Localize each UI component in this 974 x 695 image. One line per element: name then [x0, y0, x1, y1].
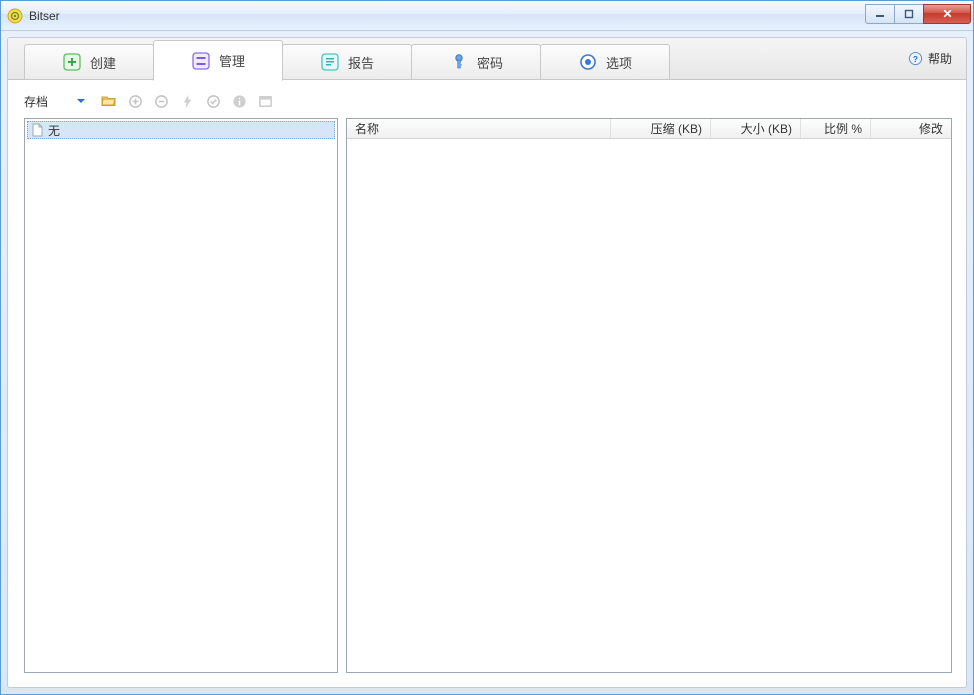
key-icon: [449, 52, 469, 72]
toolbar: 存档: [8, 80, 966, 118]
tree-item[interactable]: 无: [27, 121, 335, 139]
titlebar[interactable]: Bitser: [1, 1, 973, 31]
list-square-icon: [191, 51, 211, 71]
help-icon: ?: [908, 51, 924, 67]
app-window: Bitser 创建: [0, 0, 974, 695]
tab-label: 创建: [90, 53, 116, 72]
tab-label: 选项: [606, 53, 632, 72]
tab-label: 管理: [219, 51, 245, 70]
window-icon[interactable]: [256, 92, 274, 110]
app-icon: [7, 8, 23, 24]
list-body[interactable]: [347, 139, 951, 672]
add-circle-icon[interactable]: [126, 92, 144, 110]
tab-options[interactable]: 选项: [540, 44, 670, 79]
column-header-ratio[interactable]: 比例 %: [801, 119, 871, 138]
help-label: 帮助: [928, 50, 952, 67]
tab-label: 报告: [348, 53, 374, 72]
minimize-button[interactable]: [865, 4, 895, 24]
window-controls: [866, 4, 971, 24]
help-link[interactable]: ? 帮助: [908, 38, 966, 79]
file-icon: [30, 123, 44, 137]
tabstrip: 创建 管理: [8, 38, 966, 80]
svg-text:?: ?: [913, 54, 918, 64]
archive-label: 存档: [24, 93, 48, 110]
list-panel: 名称 压缩 (KB) 大小 (KB) 比例 % 修改: [346, 118, 952, 673]
dropdown-icon[interactable]: [72, 92, 90, 110]
plus-square-icon: [62, 52, 82, 72]
panels: 无 名称 压缩 (KB) 大小 (KB) 比例 % 修改: [8, 118, 966, 687]
column-header-modified[interactable]: 修改: [871, 119, 951, 138]
check-circle-icon[interactable]: [204, 92, 222, 110]
content-frame: 创建 管理: [7, 37, 967, 688]
window-title: Bitser: [29, 9, 60, 23]
radio-circle-icon: [578, 52, 598, 72]
folder-open-icon[interactable]: [100, 92, 118, 110]
tab-manage[interactable]: 管理: [153, 40, 283, 81]
close-button[interactable]: [923, 4, 971, 24]
lightning-icon[interactable]: [178, 92, 196, 110]
tab-password[interactable]: 密码: [411, 44, 541, 79]
tab-label: 密码: [477, 53, 503, 72]
tree-item-label: 无: [48, 122, 60, 139]
list-header: 名称 压缩 (KB) 大小 (KB) 比例 % 修改: [347, 119, 951, 139]
remove-circle-icon[interactable]: [152, 92, 170, 110]
tab-report[interactable]: 报告: [282, 44, 412, 79]
column-header-size[interactable]: 大小 (KB): [711, 119, 801, 138]
document-square-icon: [320, 52, 340, 72]
maximize-button[interactable]: [894, 4, 924, 24]
column-header-name[interactable]: 名称: [347, 119, 611, 138]
column-header-compressed[interactable]: 压缩 (KB): [611, 119, 711, 138]
tree-panel: 无: [24, 118, 338, 673]
tree[interactable]: 无: [25, 119, 337, 672]
info-circle-icon[interactable]: [230, 92, 248, 110]
tab-create[interactable]: 创建: [24, 44, 154, 79]
